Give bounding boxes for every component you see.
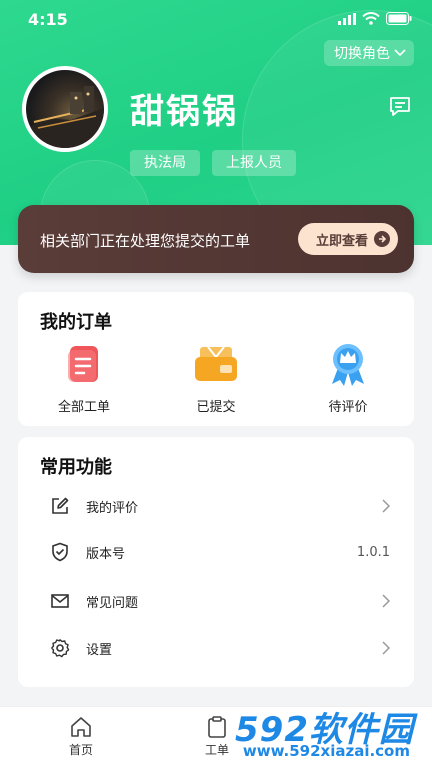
order-label-submitted: 已提交 bbox=[196, 400, 236, 415]
document-icon bbox=[62, 342, 106, 386]
status-bar: 4:15 bbox=[0, 0, 432, 40]
user-name: 甜锅锅 bbox=[130, 92, 238, 132]
user-tags: 执法局 上报人员 bbox=[130, 150, 296, 176]
order-items: 全部工单 已提交 待评价 bbox=[18, 342, 414, 415]
common-functions-card: 常用功能 我的评价 版本号 1.0.1 常见问题 设置 bbox=[18, 437, 414, 687]
tag-department: 执法局 bbox=[130, 150, 200, 176]
func-row-faq[interactable]: 常见问题 bbox=[18, 578, 414, 624]
switch-role-button[interactable]: 切换角色 bbox=[324, 40, 414, 66]
order-status-banner: 相关部门正在处理您提交的工单 立即查看 bbox=[18, 205, 414, 273]
battery-icon bbox=[386, 12, 412, 25]
orders-title: 我的订单 bbox=[40, 312, 112, 333]
chevron-right-icon bbox=[382, 499, 390, 513]
shield-icon bbox=[52, 542, 68, 562]
version-value: 1.0.1 bbox=[356, 544, 390, 560]
func-row-version: 版本号 1.0.1 bbox=[18, 529, 414, 575]
order-item-all[interactable]: 全部工单 bbox=[18, 342, 150, 415]
tab-label-home: 首页 bbox=[68, 743, 93, 757]
status-icons bbox=[338, 12, 412, 25]
gear-icon bbox=[51, 639, 70, 658]
my-orders-card: 我的订单 全部工单 已提交 待评价 bbox=[18, 292, 414, 426]
switch-role-label: 切换角色 bbox=[334, 46, 390, 62]
view-now-label: 立即查看 bbox=[315, 233, 368, 249]
chevron-down-icon bbox=[394, 49, 406, 57]
banner-text: 相关部门正在处理您提交的工单 bbox=[40, 232, 251, 250]
home-icon bbox=[71, 717, 91, 737]
func-label-my-reviews: 我的评价 bbox=[86, 500, 139, 516]
arrow-right-icon bbox=[374, 231, 390, 247]
chevron-right-icon bbox=[382, 594, 390, 608]
watermark-url: www.592xiazai.com bbox=[242, 742, 410, 760]
signal-icon bbox=[338, 12, 356, 25]
wallet-icon bbox=[194, 342, 238, 386]
mail-icon bbox=[51, 594, 69, 608]
badge-icon bbox=[326, 342, 370, 386]
order-item-pending-review[interactable]: 待评价 bbox=[282, 342, 414, 415]
status-time: 4:15 bbox=[28, 10, 68, 29]
message-icon[interactable] bbox=[388, 94, 412, 122]
order-item-submitted[interactable]: 已提交 bbox=[150, 342, 282, 415]
func-label-version: 版本号 bbox=[86, 546, 126, 562]
tab-home[interactable]: 首页 bbox=[41, 715, 121, 758]
func-row-settings[interactable]: 设置 bbox=[18, 625, 414, 671]
tag-role: 上报人员 bbox=[212, 150, 296, 176]
avatar-image bbox=[26, 86, 104, 148]
edit-icon bbox=[52, 497, 69, 514]
order-label-pending-review: 待评价 bbox=[328, 400, 368, 415]
chevron-right-icon bbox=[382, 641, 390, 655]
avatar[interactable] bbox=[22, 66, 108, 152]
functions-title: 常用功能 bbox=[40, 457, 112, 478]
order-label-all: 全部工单 bbox=[57, 400, 110, 415]
func-label-settings: 设置 bbox=[86, 642, 113, 658]
watermark-logo: 592软件园 www.592xiazai.com bbox=[202, 702, 424, 766]
wifi-icon bbox=[362, 12, 380, 25]
func-label-faq: 常见问题 bbox=[86, 595, 139, 611]
view-now-button[interactable]: 立即查看 bbox=[297, 223, 398, 255]
func-row-my-reviews[interactable]: 我的评价 bbox=[18, 483, 414, 529]
